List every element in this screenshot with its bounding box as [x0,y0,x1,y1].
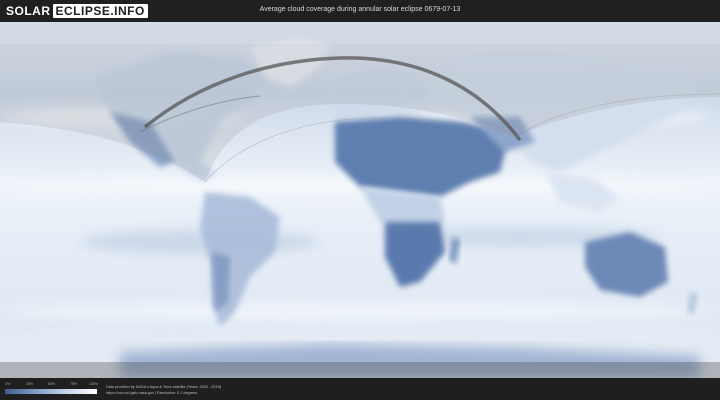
legend-tick-25: 25% [26,382,34,386]
legend-tick-100: 100% [89,382,98,386]
footer-bar: 0% 25% 50% 75% 100% Data provided by NAS… [0,378,720,400]
eclipse-penumbra-north [0,22,720,44]
page-title: Average cloud coverage during annular so… [259,6,461,13]
legend-ticks: 0% 25% 50% 75% 100% [5,382,98,388]
cloud-coverage-legend: 0% 25% 50% 75% 100% [5,382,98,398]
credits-line-2[interactable]: https://neo.sci.gsfc.nasa.gov | Resoluti… [106,390,221,396]
legend-tick-50: 50% [48,382,56,386]
data-credits: Data provided by NASA's Aqua & Terra sat… [106,384,221,396]
header-bar: SOLAR ECLIPSE.INFO Average cloud coverag… [0,0,720,22]
cloud-coverage-map [0,22,720,378]
legend-gradient-bar [5,389,97,394]
world-map-svg [0,22,720,378]
legend-tick-75: 75% [70,382,78,386]
map-bottom-shadow [0,362,720,378]
legend-tick-0: 0% [5,382,11,386]
